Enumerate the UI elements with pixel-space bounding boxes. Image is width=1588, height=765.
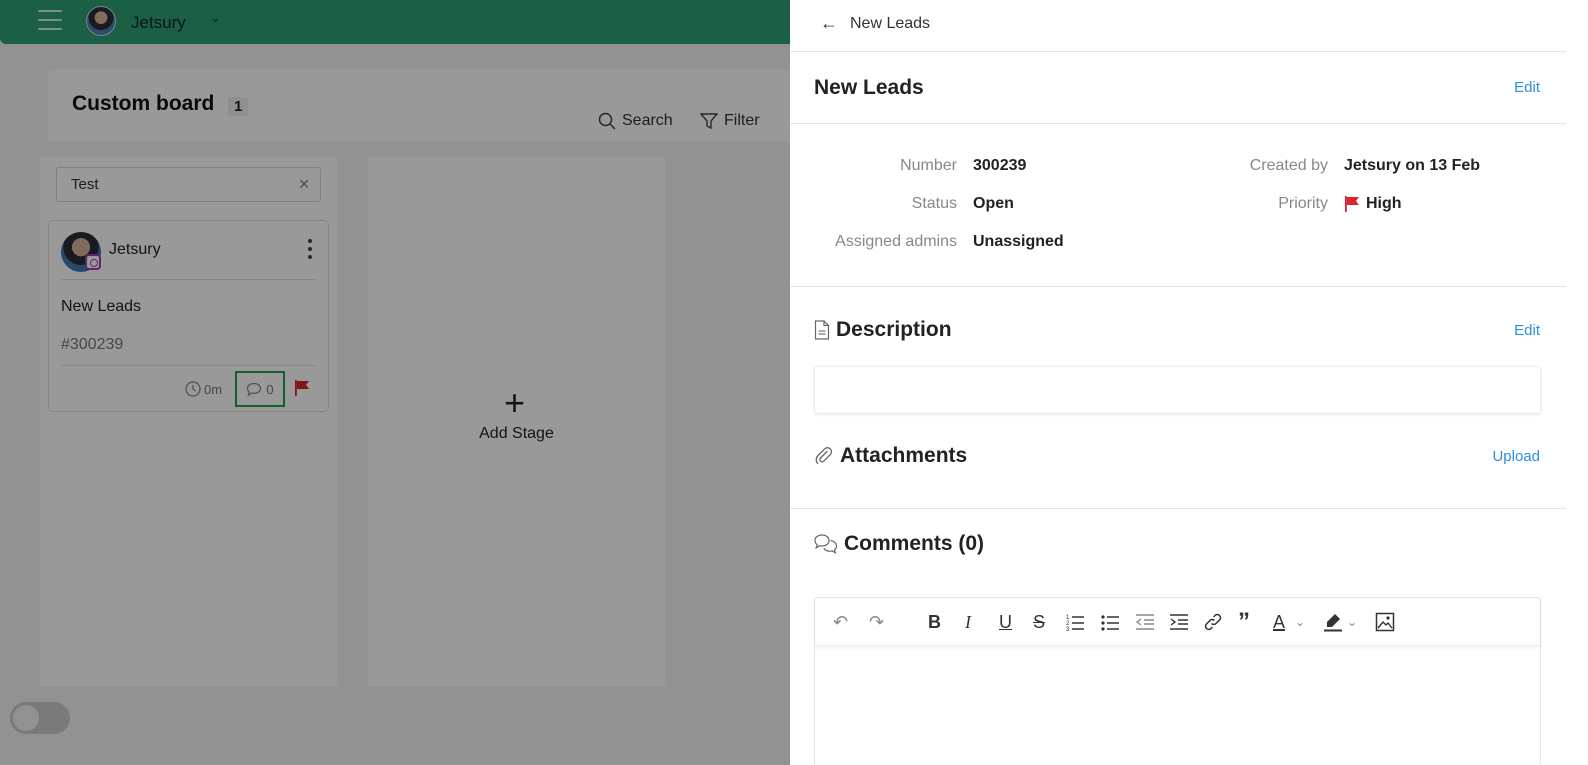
numbered-list-icon[interactable]: 123 bbox=[1065, 611, 1085, 633]
highlight-icon[interactable] bbox=[1323, 611, 1343, 633]
italic-icon[interactable]: I bbox=[965, 611, 971, 633]
svg-text:3: 3 bbox=[1066, 627, 1070, 633]
modal-overlay[interactable] bbox=[0, 0, 790, 765]
priority-label: Priority bbox=[1278, 195, 1328, 212]
divider bbox=[790, 508, 1566, 509]
chevron-down-icon[interactable]: ⌄ bbox=[1347, 611, 1357, 633]
undo-icon[interactable]: ↶ bbox=[833, 611, 848, 633]
link-icon[interactable] bbox=[1203, 611, 1223, 633]
description-heading: Description bbox=[814, 318, 952, 342]
comments-heading: Comments (0) bbox=[814, 532, 984, 556]
number-value: 300239 bbox=[973, 157, 1027, 174]
description-box[interactable] bbox=[814, 366, 1541, 414]
outdent-icon[interactable] bbox=[1135, 611, 1155, 633]
strikethrough-icon[interactable]: S bbox=[1033, 611, 1045, 633]
attachments-heading: Attachments bbox=[814, 444, 967, 468]
lead-details-drawer: ← New Leads New Leads Edit Number 300239… bbox=[790, 0, 1588, 765]
blockquote-icon[interactable]: ” bbox=[1238, 608, 1250, 635]
assigned-admins-value[interactable]: Unassigned bbox=[973, 233, 1064, 251]
editor-toolbar: ↶ ↷ B I U S 123 ” A ⌄ ⌄ bbox=[815, 598, 1540, 646]
underline-icon[interactable]: U bbox=[999, 611, 1012, 633]
back-arrow-icon[interactable]: ← bbox=[820, 13, 838, 34]
divider bbox=[790, 123, 1566, 124]
divider bbox=[790, 286, 1566, 287]
chevron-down-icon[interactable]: ⌄ bbox=[1295, 611, 1305, 633]
assigned-admins-label: Assigned admins bbox=[835, 233, 957, 250]
flag-icon bbox=[1345, 196, 1359, 212]
edit-lead-link[interactable]: Edit bbox=[1514, 79, 1540, 96]
description-title: Description bbox=[836, 318, 952, 341]
indent-icon[interactable] bbox=[1169, 611, 1189, 633]
comments-title: Comments (0) bbox=[844, 532, 985, 555]
created-by-label: Created by bbox=[1249, 157, 1328, 174]
comments-icon bbox=[814, 534, 838, 555]
lead-title: New Leads bbox=[814, 76, 924, 99]
created-by-value: Jetsury on 13 Feb bbox=[1344, 157, 1481, 174]
priority-value[interactable]: High bbox=[1366, 195, 1402, 213]
drawer-header: ← New Leads bbox=[790, 0, 1566, 52]
image-icon[interactable] bbox=[1375, 611, 1395, 633]
text-color-icon[interactable]: A bbox=[1273, 611, 1285, 633]
number-label: Number bbox=[900, 157, 957, 174]
scrollbar[interactable] bbox=[1566, 0, 1588, 765]
document-icon bbox=[814, 320, 830, 340]
bold-icon[interactable]: B bbox=[928, 611, 941, 633]
status-label: Status bbox=[911, 195, 957, 212]
drawer-header-title: New Leads bbox=[850, 15, 931, 32]
edit-description-link[interactable]: Edit bbox=[1514, 322, 1540, 339]
bullet-list-icon[interactable] bbox=[1100, 611, 1120, 633]
paperclip-icon bbox=[815, 447, 833, 465]
attachments-title: Attachments bbox=[840, 444, 968, 467]
status-value[interactable]: Open bbox=[973, 195, 1014, 213]
redo-icon[interactable]: ↷ bbox=[869, 611, 884, 633]
comment-editor[interactable]: ↶ ↷ B I U S 123 ” A ⌄ ⌄ bbox=[814, 597, 1541, 765]
upload-link[interactable]: Upload bbox=[1492, 448, 1540, 465]
